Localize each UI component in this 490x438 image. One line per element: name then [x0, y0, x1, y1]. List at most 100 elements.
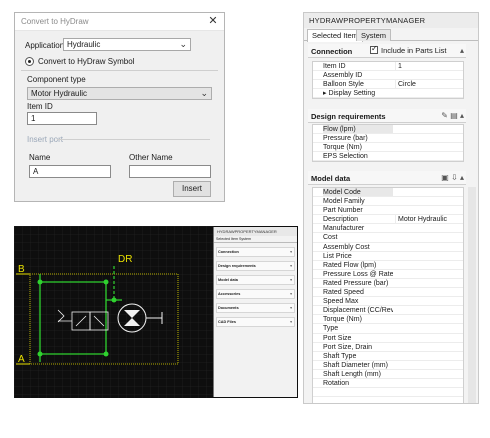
mini-section-header[interactable]: Accessories ▾	[216, 289, 295, 299]
component-type-select[interactable]: Motor Hydraulic ⌄	[27, 87, 212, 100]
property-row[interactable]: Cost	[313, 233, 463, 243]
other-name-label: Other Name	[129, 153, 173, 162]
chevron-down-icon: ⌄	[179, 39, 187, 49]
property-row[interactable]: ▸ Display Setting	[313, 89, 463, 99]
property-row[interactable]: Shaft Diameter (mm)	[313, 361, 463, 370]
property-name: Port Size	[323, 334, 352, 342]
property-name: Pressure (bar)	[323, 135, 368, 143]
grid-background	[14, 226, 214, 398]
node	[111, 297, 117, 303]
mini-section-header[interactable]: Design requirements ▾	[216, 261, 295, 271]
property-row[interactable]: Assembly ID	[313, 71, 463, 81]
chevron-down-icon[interactable]: ▾	[290, 319, 292, 324]
property-name: ▸ Display Setting	[323, 90, 376, 98]
other-name-input[interactable]	[129, 165, 211, 178]
item-id-label: Item ID	[27, 102, 53, 111]
connection-header[interactable]: Connection Include in Parts List ▴	[308, 44, 466, 58]
scrollbar[interactable]	[468, 187, 476, 403]
port-b-label: B	[18, 264, 25, 275]
application-label: Application	[25, 41, 65, 50]
collapse-icon[interactable]: ▴	[460, 46, 464, 55]
property-row[interactable]: Assembly Cost	[313, 243, 463, 252]
property-row[interactable]: Pressure Loss @ Rate	[313, 270, 463, 279]
chevron-down-icon: ⌄	[200, 88, 208, 98]
property-name: Shaft Type	[323, 352, 357, 360]
property-row[interactable]: Rated Flow (lpm)	[313, 261, 463, 270]
property-manager: HYDRAWPROPERTYMANAGER Selected Item Syst…	[303, 12, 479, 404]
property-name: Item ID	[323, 63, 346, 70]
property-row[interactable]: Type	[313, 324, 463, 334]
property-row[interactable]: Torque (Nm)	[313, 143, 463, 153]
property-name: Displacement (CC/Rev	[323, 307, 393, 315]
property-row[interactable]: Displacement (CC/Rev	[313, 306, 463, 316]
name-input[interactable]: A	[29, 165, 111, 178]
property-name: List Price	[323, 252, 352, 260]
property-row[interactable]: Model Family	[313, 197, 463, 207]
property-row[interactable]	[313, 388, 463, 398]
property-row[interactable]: Manufacturer	[313, 224, 463, 234]
close-icon[interactable]: ✕	[206, 16, 220, 28]
include-parts-list[interactable]: Include in Parts List	[370, 44, 446, 55]
include-checkbox[interactable]	[370, 44, 378, 54]
property-name: Description	[323, 216, 359, 224]
property-name: Torque (Nm)	[323, 316, 362, 324]
sheet-icon[interactable]: ▤	[450, 111, 458, 120]
property-row[interactable]: Pressure (bar)	[313, 134, 463, 144]
property-row[interactable]: Rated Speed	[313, 288, 463, 298]
property-row[interactable]: Balloon Style Circle	[313, 80, 463, 90]
chevron-down-icon[interactable]: ▾	[290, 263, 292, 268]
property-name: Shaft Diameter (mm)	[323, 361, 388, 369]
property-row[interactable]: Speed Max	[313, 297, 463, 307]
property-row[interactable]: Item ID 1	[313, 62, 463, 72]
property-manager-title: HYDRAWPROPERTYMANAGER	[304, 13, 478, 28]
design-title: Design requirements	[311, 112, 386, 121]
property-name: Manufacturer	[323, 225, 365, 233]
property-row[interactable]: Model Code	[313, 188, 463, 198]
model-data-header[interactable]: Model data ▣ ⇩ ▴	[308, 171, 466, 185]
edit-icon[interactable]: ✎	[441, 111, 448, 120]
property-row[interactable]: EPS Selection	[313, 152, 463, 162]
property-name: Balloon Style	[323, 81, 364, 89]
insert-button[interactable]: Insert	[173, 181, 211, 197]
item-id-input[interactable]: 1	[27, 112, 97, 125]
chevron-down-icon[interactable]: ▾	[290, 277, 292, 282]
property-name: Cost	[323, 234, 338, 242]
mini-section-header[interactable]: CAD Files ▾	[216, 317, 295, 327]
property-row[interactable]: Torque (Nm)	[313, 315, 463, 325]
property-row[interactable]: Port Size, Drain	[313, 343, 463, 352]
design-tools: ✎ ▤ ▴	[441, 111, 464, 120]
mini-section-header[interactable]: Documents ▾	[216, 303, 295, 313]
component-type-label: Component type	[27, 75, 86, 84]
property-row[interactable]: Description Motor Hydraulic	[313, 215, 463, 225]
property-row[interactable]: Flow (lpm)	[313, 125, 463, 135]
mini-section-header[interactable]: Connection ▾	[216, 247, 295, 257]
save-icon[interactable]: ▣	[441, 173, 449, 182]
application-select[interactable]: Hydraulic ⌄	[63, 38, 191, 51]
property-name: Model Family	[323, 198, 365, 206]
chevron-down-icon[interactable]: ▾	[290, 305, 292, 310]
convert-radio[interactable]	[25, 57, 34, 66]
mini-section-header[interactable]: Model data ▾	[216, 275, 295, 285]
design-requirements-header[interactable]: Design requirements ✎ ▤ ▴	[308, 109, 466, 123]
property-value[interactable]: Motor Hydraulic	[395, 215, 447, 224]
convert-dialog: Convert to HyDraw ✕ Application Hydrauli…	[14, 12, 225, 202]
property-row[interactable]: Rated Pressure (bar)	[313, 279, 463, 289]
tab-selected-item[interactable]: Selected Item	[307, 29, 363, 42]
property-row[interactable]: Rotation	[313, 379, 463, 389]
cad-screenshot: B A DR HYDRAWPROPERTYMANAGER Selected It…	[14, 226, 298, 398]
property-row[interactable]: Shaft Type	[313, 352, 463, 361]
property-row[interactable]: Shaft Length (mm)	[313, 370, 463, 379]
property-row[interactable]: Part Number	[313, 206, 463, 216]
divider	[21, 70, 218, 71]
property-value[interactable]: 1	[395, 62, 402, 71]
import-icon[interactable]: ⇩	[451, 173, 458, 182]
chevron-down-icon[interactable]: ▾	[290, 249, 292, 254]
property-name: Torque (Nm)	[323, 144, 362, 152]
property-row[interactable]: Port Size	[313, 334, 463, 343]
property-name: Port Size, Drain	[323, 343, 373, 351]
convert-radio-label: Convert to HyDraw Symbol	[38, 57, 135, 66]
chevron-down-icon[interactable]: ▾	[290, 291, 292, 296]
property-row[interactable]: List Price	[313, 252, 463, 261]
property-value[interactable]: Circle	[395, 80, 416, 89]
tab-system[interactable]: System	[356, 29, 392, 41]
